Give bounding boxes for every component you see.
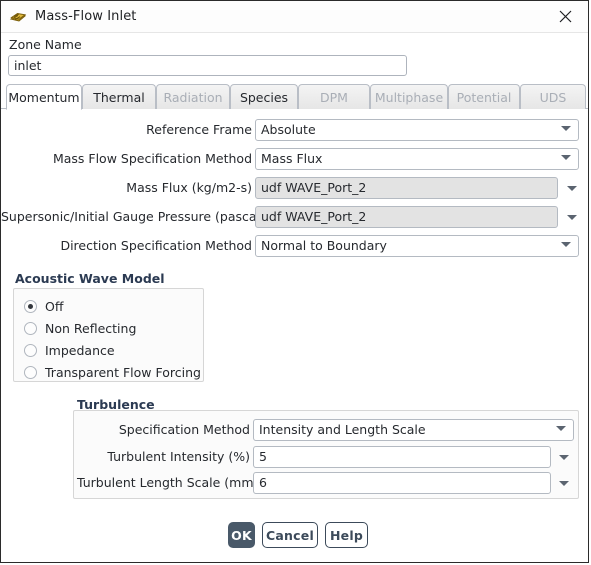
chevron-down-icon[interactable] xyxy=(557,446,570,468)
field-value: udf WAVE_Port_2 xyxy=(261,180,367,195)
button-label: Help xyxy=(330,527,363,543)
radio-button-selected[interactable] xyxy=(24,299,37,313)
label-3: Supersonic/Initial Gauge Pressure (pasca… xyxy=(1,209,265,224)
close-icon[interactable] xyxy=(543,1,588,32)
chevron-down-glyph xyxy=(561,242,571,256)
chevron-down-glyph xyxy=(561,126,571,140)
tab-label: Momentum xyxy=(8,89,80,105)
button-label: OK xyxy=(231,527,252,543)
chevron-down-glyph xyxy=(566,185,577,191)
combo-0[interactable]: Absolute xyxy=(255,119,579,141)
radio-label: Off xyxy=(45,298,64,314)
chevron-down-glyph xyxy=(558,454,569,460)
ok-button[interactable]: OK xyxy=(228,522,255,548)
radio-label: Impedance xyxy=(45,342,115,358)
turb-field-2[interactable]: 6 xyxy=(253,472,551,494)
tab-species[interactable]: Species xyxy=(230,84,298,109)
radio-button[interactable] xyxy=(24,321,37,335)
tab-multiphase: Multiphase xyxy=(370,84,448,109)
zone-name-input[interactable] xyxy=(8,55,407,76)
tab-uds: UDS xyxy=(520,84,586,109)
radio-option-non-reflecting[interactable]: Non Reflecting xyxy=(24,319,136,337)
chevron-down-icon xyxy=(561,155,571,169)
chevron-down-icon[interactable] xyxy=(565,177,578,199)
field-value: 5 xyxy=(259,449,267,464)
combo-value: Mass Flux xyxy=(261,151,323,166)
turb-label-0: Specification Method xyxy=(118,422,250,437)
cancel-button[interactable]: Cancel xyxy=(262,522,318,548)
tab-strip: Momentum Thermal Radiation Species DPM Multip… xyxy=(1,84,588,110)
field-2[interactable]: udf WAVE_Port_2 xyxy=(255,177,558,199)
combo-4[interactable]: Normal to Boundary xyxy=(255,235,579,257)
field-value: 6 xyxy=(259,475,267,490)
radio-label: Non Reflecting xyxy=(45,320,137,336)
tab-label: DPM xyxy=(320,89,348,105)
combo-value: Absolute xyxy=(261,122,316,137)
tab-label: Thermal xyxy=(93,89,145,105)
tab-label: UDS xyxy=(539,89,567,105)
tab-potential: Potential xyxy=(448,84,520,109)
title-bar: Mass-Flow Inlet xyxy=(1,1,588,33)
combo-1[interactable]: Mass Flux xyxy=(255,148,579,170)
combo-value: Intensity and Length Scale xyxy=(259,422,426,437)
label-2: Mass Flux (kg/m2-s) xyxy=(126,180,252,195)
turb-label-1: Turbulent Intensity (%) xyxy=(107,449,250,464)
tab-dpm: DPM xyxy=(298,84,370,109)
chevron-down-icon[interactable] xyxy=(557,472,570,494)
label-1: Mass Flow Specification Method xyxy=(52,151,252,166)
radio-option-impedance[interactable]: Impedance xyxy=(24,341,115,359)
help-button[interactable]: Help xyxy=(325,522,368,548)
field-value: udf WAVE_Port_2 xyxy=(261,209,367,224)
turb-field-1[interactable]: 5 xyxy=(253,446,551,468)
window-title: Mass-Flow Inlet xyxy=(35,9,137,24)
mesh-icon xyxy=(9,8,27,26)
radio-button[interactable] xyxy=(24,365,37,379)
mass-flow-inlet-dialog: Mass-Flow Inlet Zone Name Momentum Therma… xyxy=(0,0,589,563)
zone-name-label: Zone Name xyxy=(9,37,82,52)
turb-label-2: Turbulent Length Scale (mm) xyxy=(77,475,259,490)
tab-label: Radiation xyxy=(163,89,223,105)
acoustic-wave-model-title: Acoustic Wave Model xyxy=(15,271,165,286)
radio-label: Transparent Flow Forcing xyxy=(45,364,201,380)
chevron-down-icon xyxy=(561,126,571,140)
chevron-down-icon[interactable] xyxy=(565,206,578,228)
field-3[interactable]: udf WAVE_Port_2 xyxy=(255,206,558,228)
label-4: Direction Specification Method xyxy=(60,238,252,253)
label-0: Reference Frame xyxy=(146,122,252,137)
chevron-down-glyph xyxy=(566,214,577,220)
chevron-down-glyph xyxy=(561,155,571,169)
chevron-down-icon xyxy=(556,426,566,440)
turb-combo-0[interactable]: Intensity and Length Scale xyxy=(253,419,574,441)
tab-thermal[interactable]: Thermal xyxy=(82,84,156,109)
chevron-down-glyph xyxy=(558,480,569,486)
radio-option-transparent-flow-forcing[interactable]: Transparent Flow Forcing xyxy=(24,363,201,381)
chevron-down-glyph xyxy=(556,426,566,440)
combo-value: Normal to Boundary xyxy=(261,238,387,253)
tab-label: Species xyxy=(239,89,289,105)
radio-option-off[interactable]: Off xyxy=(24,297,63,315)
tab-label: Potential xyxy=(456,89,512,105)
button-label: Cancel xyxy=(266,527,314,543)
acoustic-wave-model-group: Off Non Reflecting Impedance Transparent Fl… xyxy=(13,288,204,382)
chevron-down-icon xyxy=(561,242,571,256)
tab-label: Multiphase xyxy=(374,89,444,105)
tab-momentum[interactable]: Momentum xyxy=(6,84,82,110)
tab-radiation: Radiation xyxy=(156,84,230,109)
radio-button[interactable] xyxy=(24,343,37,357)
